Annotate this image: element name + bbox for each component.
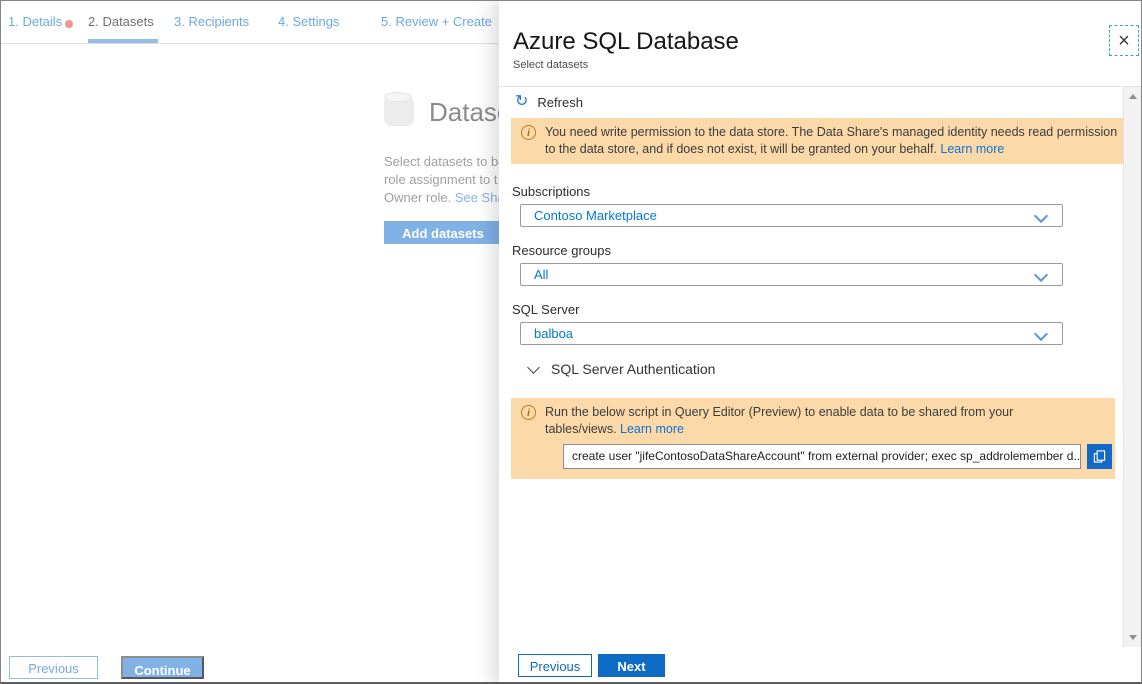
subscriptions-dropdown[interactable]: Contoso Marketplace xyxy=(520,204,1063,227)
panel-scrollbar[interactable] xyxy=(1123,87,1142,647)
script-banner-text: Run the below script in Query Editor (Pr… xyxy=(545,404,1045,438)
sql-server-label: SQL Server xyxy=(512,302,579,317)
permission-info-banner: i You need write permission to the data … xyxy=(511,118,1123,164)
panel-subtitle: Select datasets xyxy=(513,59,588,71)
header-divider xyxy=(499,86,1142,87)
panel-next-button[interactable]: Next xyxy=(598,654,665,677)
script-text-field[interactable]: create user "jifeContosoDataShareAccount… xyxy=(563,444,1081,469)
sql-server-authentication-expander[interactable]: SQL Server Authentication xyxy=(529,361,715,377)
azure-sql-database-panel: Azure SQL Database Select datasets × ↻ R… xyxy=(499,1,1142,684)
script-info-banner: i Run the below script in Query Editor (… xyxy=(511,398,1115,479)
refresh-label: Refresh xyxy=(537,95,583,110)
close-icon: × xyxy=(1118,30,1130,52)
info-icon: i xyxy=(521,405,536,420)
refresh-icon: ↻ xyxy=(515,94,528,110)
sql-server-authentication-label: SQL Server Authentication xyxy=(551,361,715,377)
panel-title: Azure SQL Database xyxy=(513,28,739,56)
resource-groups-value: All xyxy=(534,264,548,285)
learn-more-link[interactable]: Learn more xyxy=(940,142,1004,156)
copy-script-button[interactable] xyxy=(1087,444,1112,469)
resource-groups-dropdown[interactable]: All xyxy=(520,263,1063,286)
resource-groups-label: Resource groups xyxy=(512,243,611,258)
modal-dim-overlay xyxy=(1,1,499,684)
sql-server-dropdown[interactable]: balboa xyxy=(520,322,1063,345)
subscriptions-value: Contoso Marketplace xyxy=(534,205,657,226)
copy-icon xyxy=(1093,449,1106,464)
chevron-down-icon xyxy=(1034,268,1048,282)
chevron-down-icon xyxy=(527,361,540,374)
permission-banner-text: You need write permission to the data st… xyxy=(545,124,1125,158)
info-icon: i xyxy=(521,125,536,140)
subscriptions-label: Subscriptions xyxy=(512,184,590,199)
close-button[interactable]: × xyxy=(1109,25,1139,56)
chevron-down-icon xyxy=(1034,327,1048,341)
refresh-button[interactable]: ↻ Refresh xyxy=(515,93,583,111)
scroll-up-arrow-icon[interactable] xyxy=(1129,94,1137,99)
sql-server-value: balboa xyxy=(534,323,573,344)
chevron-down-icon xyxy=(1034,209,1048,223)
scroll-down-arrow-icon[interactable] xyxy=(1129,635,1137,640)
learn-more-link[interactable]: Learn more xyxy=(620,422,684,436)
app-window: 1. Details 2. Datasets 3. Recipients 4. … xyxy=(0,0,1142,684)
panel-previous-button[interactable]: Previous xyxy=(518,654,592,677)
